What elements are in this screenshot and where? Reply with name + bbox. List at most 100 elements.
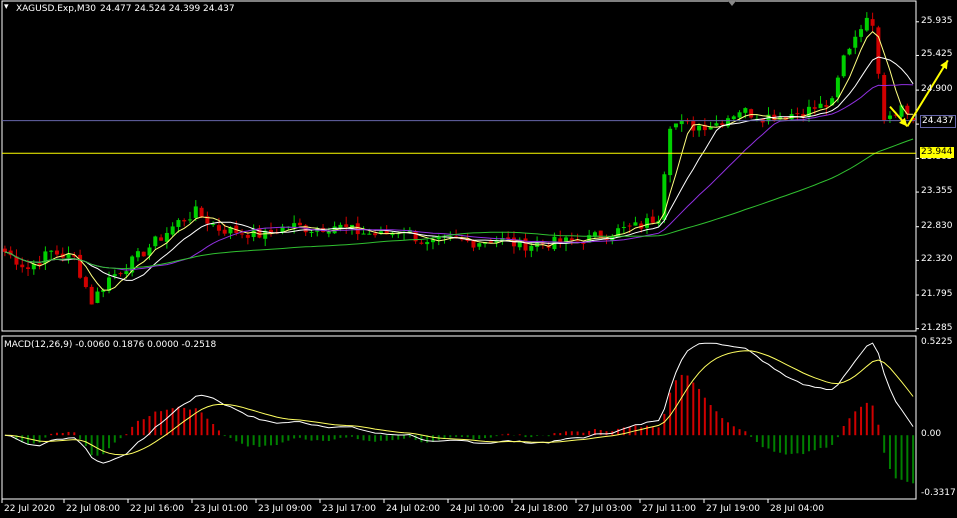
candle-body [477, 243, 482, 247]
candle-body [714, 123, 719, 126]
candle-body [297, 222, 302, 226]
candle-body [37, 263, 42, 266]
macd-tick-label: -0.3317 [921, 487, 956, 498]
candle-body [170, 226, 175, 235]
candle-body [743, 108, 748, 113]
candle-body [49, 250, 54, 252]
candle-body [876, 27, 881, 74]
price-tick-label: 23.355 [921, 186, 953, 197]
candle-body [118, 273, 123, 275]
chart-window[interactable]: ▾ XAGUSD.Exp,M30 24.477 24.524 24.399 24… [0, 0, 957, 518]
candle-body [650, 216, 655, 223]
candle-body [124, 271, 129, 275]
candle-body [141, 251, 146, 257]
macd-line [4, 342, 914, 464]
candle-body [95, 291, 100, 303]
price-tick-label: 21.285 [921, 322, 953, 333]
chart-shift-marker [728, 1, 736, 6]
candle-body [749, 109, 754, 118]
candle-body [818, 103, 823, 109]
candle-body [176, 220, 181, 227]
candle-body [731, 116, 736, 120]
candles [2, 12, 916, 305]
macd-tick-label: 0.00 [921, 429, 942, 440]
time-tick-label: 24 Jul 10:00 [450, 504, 504, 514]
candle-body [112, 274, 117, 277]
macd-header: MACD(12,26,9) -0.0060 0.1876 0.0000 -0.2… [4, 340, 217, 350]
candle-body [645, 218, 650, 228]
candle-body [529, 245, 534, 251]
candle-body [2, 248, 7, 252]
candle-body [419, 242, 424, 244]
time-tick-label: 24 Jul 18:00 [514, 504, 568, 514]
signal-line [4, 350, 914, 456]
time-tick-label: 27 Jul 11:00 [642, 504, 696, 514]
candle-body [697, 125, 702, 131]
candle-body [847, 48, 852, 55]
price-tick-label: 21.795 [921, 289, 953, 300]
chart-menu-icon[interactable]: ▾ [4, 2, 9, 13]
candle-body [240, 233, 245, 235]
ohlc-header: 24.477 24.524 24.399 24.437 [100, 4, 235, 14]
ma-line-60 [4, 138, 914, 270]
candle-body [164, 232, 169, 242]
candle-body [182, 220, 187, 222]
candle-body [367, 233, 372, 235]
candle-body [211, 224, 216, 226]
candle-body [627, 225, 632, 227]
candle-body [344, 224, 349, 227]
chart-canvas[interactable] [0, 0, 957, 518]
ma-line-20 [4, 84, 914, 271]
candle-body [135, 251, 140, 258]
candle-body [737, 112, 742, 118]
candle-body [257, 228, 262, 238]
price-tick-label: 25.425 [921, 49, 953, 60]
candle-body [598, 230, 603, 239]
candle-body [812, 107, 817, 109]
candle-body [621, 227, 626, 229]
candle-body [20, 264, 25, 268]
time-tick-label: 28 Jul 04:00 [770, 504, 824, 514]
candle-body [222, 229, 227, 234]
candle-body [216, 225, 221, 231]
candle-body [633, 222, 638, 226]
candle-body [107, 277, 112, 291]
candle-body [824, 105, 829, 107]
candle-body [887, 115, 892, 119]
candle-body [673, 123, 678, 128]
candle-body [26, 267, 31, 269]
candle-body [425, 242, 430, 245]
candle-body [488, 241, 493, 243]
time-tick-label: 23 Jul 09:00 [258, 504, 312, 514]
price-pane-frame [1, 0, 917, 332]
ma-line-5 [4, 31, 914, 291]
time-tick-label: 22 Jul 08:00 [66, 504, 120, 514]
candle-body [193, 206, 198, 218]
candle-body [882, 75, 887, 121]
candle-body [859, 29, 864, 37]
candle-body [853, 36, 858, 48]
candle-body [326, 231, 331, 234]
price-tick-label: 22.320 [921, 254, 953, 265]
price-tick-label: 25.935 [921, 15, 953, 26]
candle-body [668, 128, 673, 176]
time-tick-label: 23 Jul 01:00 [194, 504, 248, 514]
candle-body [720, 123, 725, 125]
candle-body [864, 17, 869, 31]
candle-body [679, 120, 684, 125]
level-price-tag[interactable]: 23.944 [920, 147, 954, 159]
ma-line-10 [4, 56, 914, 281]
price-tick-label: 24.900 [921, 84, 953, 95]
candle-body [841, 55, 846, 77]
time-tick-label: 24 Jul 02:00 [386, 504, 440, 514]
time-tick-label: 23 Jul 17:00 [322, 504, 376, 514]
candle-body [245, 235, 250, 238]
candle-body [292, 223, 297, 228]
symbol-header: XAGUSD.Exp,M30 [16, 4, 97, 14]
candle-body [835, 77, 840, 98]
candle-body [159, 237, 164, 241]
price-tick-label: 22.830 [921, 220, 953, 231]
candle-body [899, 105, 904, 117]
candle-body [89, 286, 94, 305]
candle-body [523, 238, 528, 251]
